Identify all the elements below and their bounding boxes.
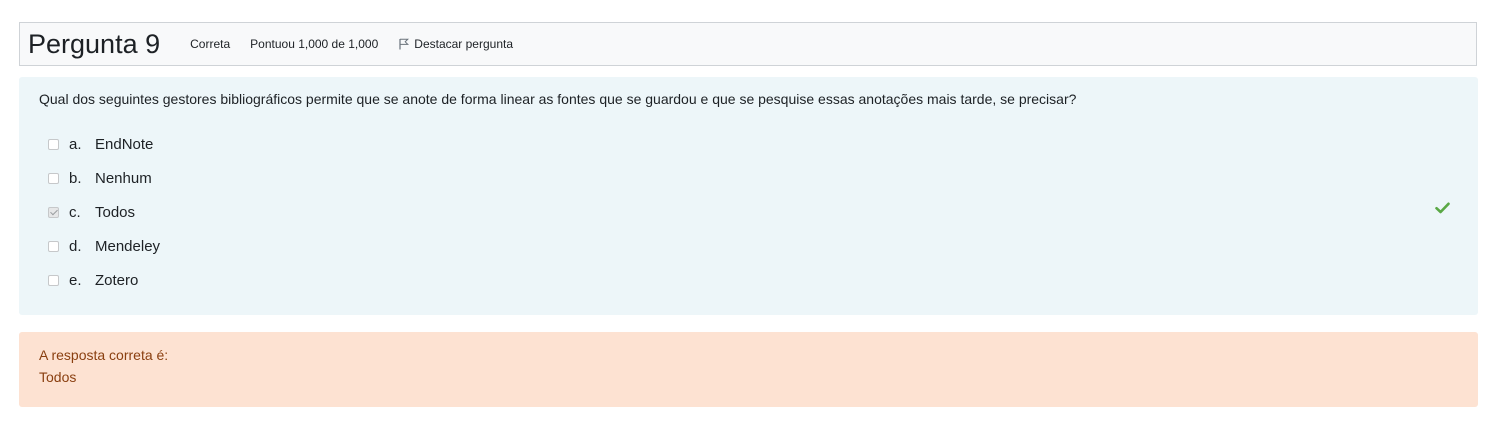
answer-checkbox[interactable] [48,274,59,286]
answer-letter: c. [69,203,81,221]
question-number: 9 [145,28,161,59]
flag-icon [399,38,410,50]
answer-letter: e. [69,271,82,289]
answer-text: EndNote [95,135,154,153]
correct-answer-feedback: A resposta correta é: Todos [19,332,1478,407]
question-grade: Pontuou 1,000 de 1,000 [250,37,379,51]
answer-option: b. Nenhum [48,168,152,188]
question-text: Qual dos seguintes gestores bibliográfic… [39,91,1077,107]
answer-option: e. Zotero [48,270,138,290]
answer-text: Zotero [95,271,139,289]
question-info: Pergunta 9 Correta Pontuou 1,000 de 1,00… [19,22,1477,66]
answer-letter: a. [69,135,82,153]
answer-option: c. Todos [48,202,135,222]
flag-question-label: Destacar pergunta [414,37,514,51]
question-state: Correta [190,37,231,51]
answer-option: a. EndNote [48,134,153,154]
answer-text: Todos [95,203,136,221]
check-icon [1435,202,1450,214]
question-title-word: Pergunta [28,28,138,59]
answer-checkbox[interactable] [48,138,59,150]
answer-checkbox[interactable] [48,172,59,184]
answer-text: Nenhum [95,169,152,187]
answer-letter: d. [69,237,82,255]
answer-checkbox[interactable] [48,206,59,218]
question-title: Pergunta 9 [28,28,161,59]
feedback-answer: Todos [39,369,77,385]
answer-option: d. Mendeley [48,236,160,256]
flag-question-link[interactable]: Destacar pergunta [399,37,513,51]
answer-letter: b. [69,169,82,187]
answer-checkbox[interactable] [48,240,59,252]
answer-text: Mendeley [95,237,161,255]
feedback-label: A resposta correta é: [39,347,169,363]
question-formulation: Qual dos seguintes gestores bibliográfic… [19,77,1478,315]
